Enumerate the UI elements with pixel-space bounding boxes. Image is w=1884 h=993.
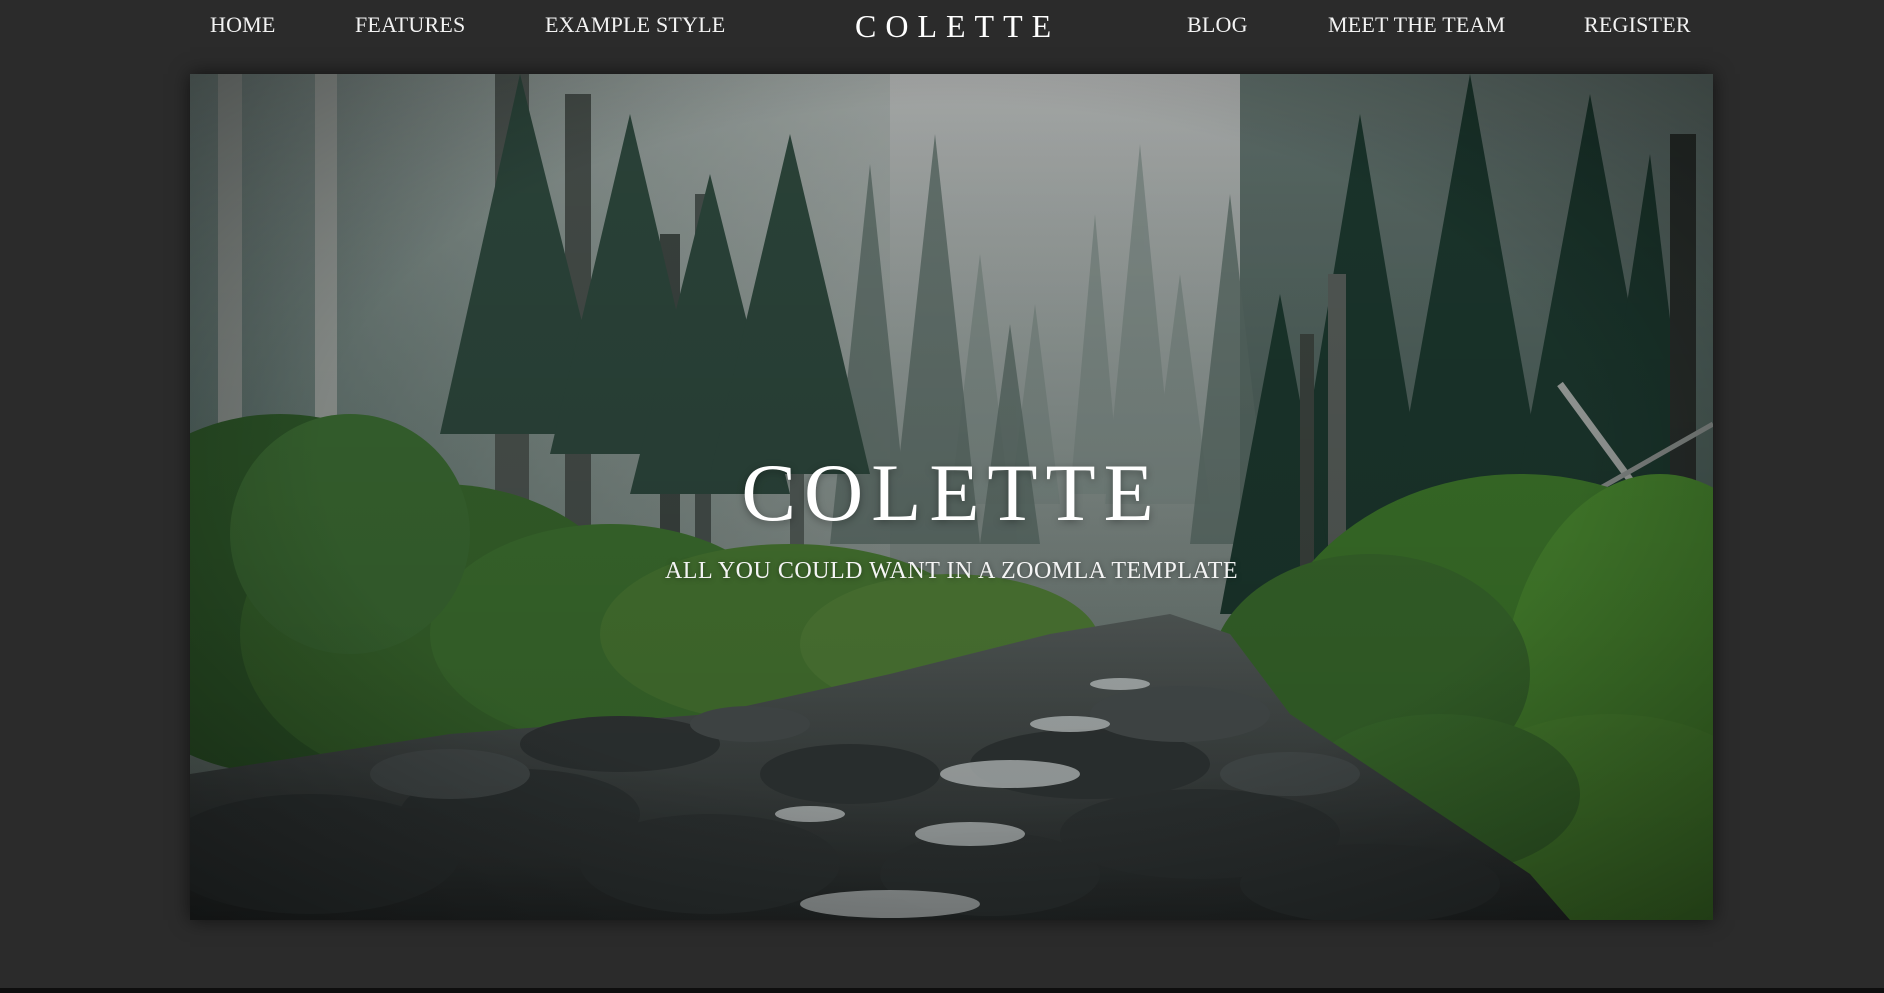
hero-subtitle: ALL YOU COULD WANT IN A ZOOMLA TEMPLATE	[664, 558, 1239, 584]
hero-banner: COLETTE ALL YOU COULD WANT IN A ZOOMLA T…	[190, 74, 1713, 920]
nav-meet-the-team-link[interactable]: MEET THE TEAM	[1328, 12, 1505, 38]
nav-features-link[interactable]: FEATURES	[355, 12, 465, 38]
main-navigation: HOME FEATURES EXAMPLE STYLE COLETTE BLOG…	[0, 0, 1884, 56]
brand-logo[interactable]: COLETTE	[855, 8, 1060, 45]
bottom-border	[0, 988, 1884, 993]
page: HOME FEATURES EXAMPLE STYLE COLETTE BLOG…	[0, 0, 1884, 993]
nav-blog-link[interactable]: BLOG	[1187, 12, 1248, 38]
nav-register-link[interactable]: REGISTER	[1584, 12, 1691, 38]
hero-title: COLETTE	[741, 447, 1162, 538]
nav-home-link[interactable]: HOME	[210, 12, 276, 38]
nav-example-style-link[interactable]: EXAMPLE STYLE	[545, 12, 725, 38]
